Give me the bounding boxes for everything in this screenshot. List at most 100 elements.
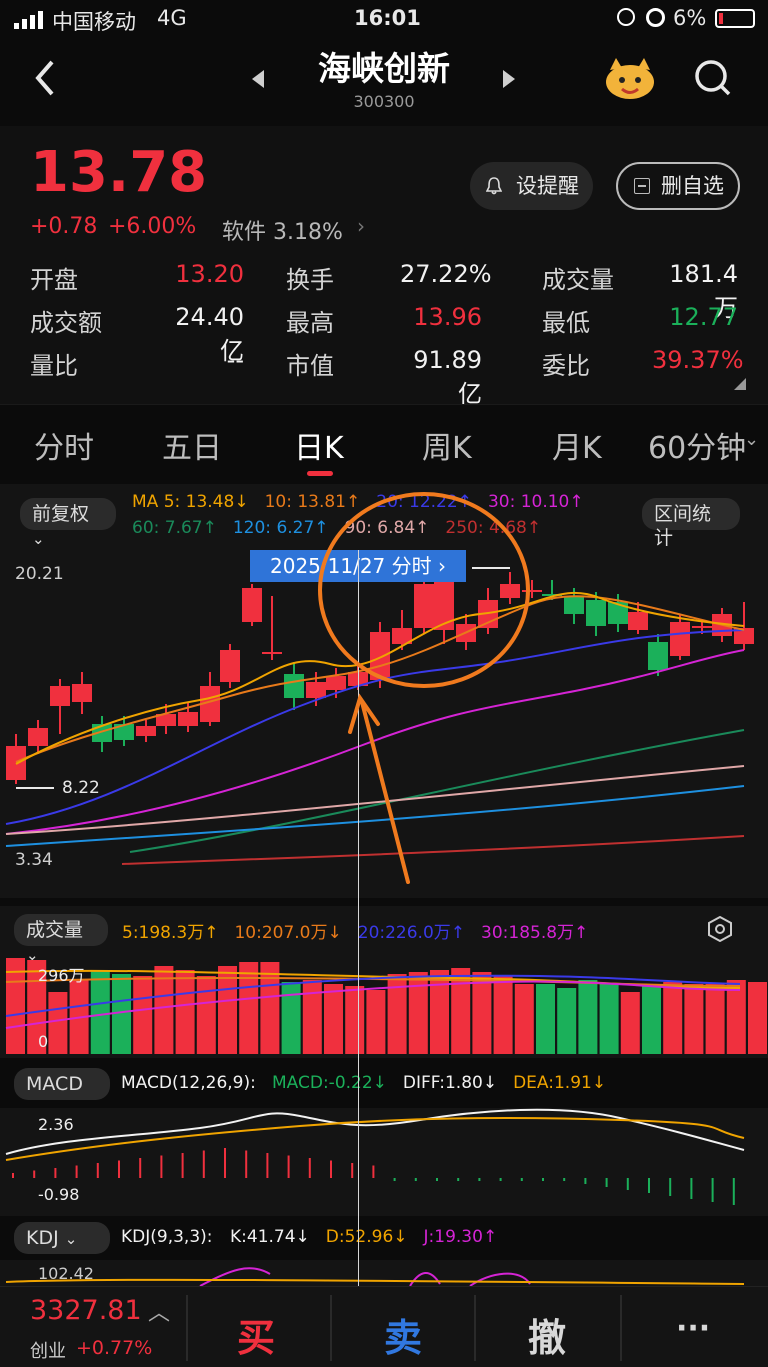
tab-wuri[interactable]: 五日 — [162, 423, 222, 467]
index-value[interactable]: 3327.81 — [30, 1295, 142, 1326]
nav-bar: 海峡创新 300300 — [0, 40, 768, 126]
stat-value: 27.22% — [400, 260, 492, 288]
expand-up-icon[interactable]: ︿ — [148, 1295, 170, 1327]
current-price: 13.78 — [30, 140, 208, 205]
legend-item: DIFF:1.80↓ — [402, 1073, 498, 1093]
macd-bar — [499, 1178, 502, 1181]
tab-zhouk[interactable]: 周K — [422, 423, 472, 467]
stat-value: 91.89亿 — [413, 346, 482, 408]
kdj-j-line — [199, 1267, 271, 1286]
price-change-pct: +6.00% — [108, 214, 197, 239]
macd-bar — [584, 1178, 587, 1184]
volume-bar — [557, 988, 577, 1054]
next-arrow-icon[interactable] — [501, 68, 517, 90]
macd-bar — [54, 1168, 57, 1178]
more-button[interactable]: ··· — [676, 1311, 710, 1346]
macd-bar — [648, 1178, 650, 1193]
macd-bar — [436, 1178, 438, 1181]
sell-button[interactable]: 卖 — [384, 1307, 422, 1362]
stat-label: 最高 — [286, 309, 334, 337]
sector-link[interactable]: 软件 3.18% — [222, 214, 343, 246]
tab-dropdown-icon[interactable]: ⌄ — [744, 429, 759, 450]
volume-bar — [642, 984, 661, 1054]
macd-bar — [96, 1163, 99, 1178]
cancel-order-button[interactable]: 撤 — [528, 1307, 566, 1362]
legend-item: DEA:1.91↓ — [513, 1073, 607, 1093]
macd-bar — [372, 1165, 375, 1178]
kdj-dropdown[interactable]: KDJ ⌄ — [14, 1222, 110, 1254]
alert-button[interactable]: 设提醒 — [470, 162, 593, 210]
macd-bar — [711, 1178, 714, 1202]
minus-box-icon — [634, 178, 650, 194]
volume-bar — [705, 984, 725, 1054]
expand-corner-icon[interactable] — [734, 378, 746, 390]
quote-panel: 13.78 +0.78 +6.00% 软件 3.18% › 设提醒 删自选 开盘… — [0, 126, 768, 408]
macd-bar — [626, 1178, 629, 1190]
volume-bar — [536, 984, 555, 1054]
volume-bar — [599, 984, 619, 1054]
macd-bar — [478, 1178, 481, 1181]
macd-header: MACD ⌄ MACD(12,26,9): MACD:-0.22↓ DIFF:1.… — [0, 1062, 768, 1118]
price-change: +0.78 — [30, 214, 98, 239]
volume-bar — [430, 970, 449, 1054]
mascot-icon[interactable] — [604, 54, 656, 100]
annotation-circle — [318, 492, 530, 688]
legend-item: J:19.30↑ — [423, 1227, 498, 1247]
macd-y-bottom-label: -0.98 — [38, 1185, 80, 1204]
alarm-icon — [646, 8, 665, 27]
kdj-header: KDJ ⌄ KDJ(9,3,3): K:41.74↓ D:52.96↓ J:19.3… — [0, 1216, 768, 1260]
kdj-params: KDJ(9,3,3): — [121, 1227, 213, 1247]
volume-bar — [408, 972, 428, 1054]
volume-bar — [493, 976, 513, 1054]
macd-bar — [520, 1178, 523, 1181]
tab-rik[interactable]: 日K — [294, 423, 344, 467]
remove-watchlist-button[interactable]: 删自选 — [616, 162, 740, 210]
volume-bar — [684, 984, 704, 1054]
index-name: 创业 — [30, 1341, 66, 1362]
macd-bar — [563, 1178, 566, 1181]
stat-value: 13.20 — [175, 260, 244, 288]
stat-label: 量比 — [30, 352, 78, 380]
volume-bar — [726, 980, 746, 1054]
sector-chevron-icon[interactable]: › — [357, 214, 365, 238]
macd-bar — [224, 1148, 226, 1178]
period-tabs: 分时 五日 日K 周K 月K 60分钟 ⌄ — [0, 404, 768, 478]
tab-60min[interactable]: 60分钟 — [648, 423, 746, 467]
macd-bar — [181, 1153, 184, 1178]
stat-value: 13.96 — [413, 303, 482, 331]
volume-bar — [366, 990, 386, 1054]
kdj-y-top-label: 102.42 — [38, 1264, 94, 1283]
macd-bar — [669, 1178, 672, 1196]
kdj-d-line — [5, 1278, 745, 1285]
signal-icon — [14, 11, 44, 29]
bell-icon — [486, 177, 502, 195]
volume-bar — [324, 984, 343, 1054]
macd-bar — [245, 1150, 248, 1178]
kdj-j-line — [409, 1272, 531, 1286]
volume-bar — [196, 976, 216, 1054]
annotation-overlay — [318, 492, 530, 884]
diff-line — [5, 1108, 745, 1155]
index-change: +0.77% — [76, 1337, 153, 1359]
tab-yuek[interactable]: 月K — [552, 423, 602, 467]
tab-fenshi[interactable]: 分时 — [34, 423, 94, 467]
battery-percent-text: 6% — [673, 6, 707, 30]
macd-bar — [139, 1158, 142, 1178]
volume-chart — [5, 958, 767, 1054]
volume-bar — [748, 982, 767, 1054]
status-bar: 中国移动 4G 16:01 6% — [0, 0, 768, 40]
macd-bar — [457, 1178, 460, 1181]
remove-watchlist-label: 删自选 — [661, 174, 724, 198]
chevron-down-icon: ⌄ — [64, 1230, 78, 1248]
buy-button[interactable]: 买 — [237, 1307, 275, 1362]
macd-bar — [542, 1178, 544, 1181]
volume-bar — [472, 972, 492, 1054]
stat-label: 成交额 — [30, 309, 102, 337]
macd-dropdown[interactable]: MACD ⌄ — [14, 1068, 110, 1118]
carrier-text: 中国移动 — [52, 10, 136, 34]
search-icon[interactable] — [693, 58, 733, 98]
battery-icon — [715, 9, 755, 28]
volume-bar — [90, 970, 110, 1054]
volume-bar — [578, 980, 598, 1054]
volume-bar — [239, 962, 259, 1054]
